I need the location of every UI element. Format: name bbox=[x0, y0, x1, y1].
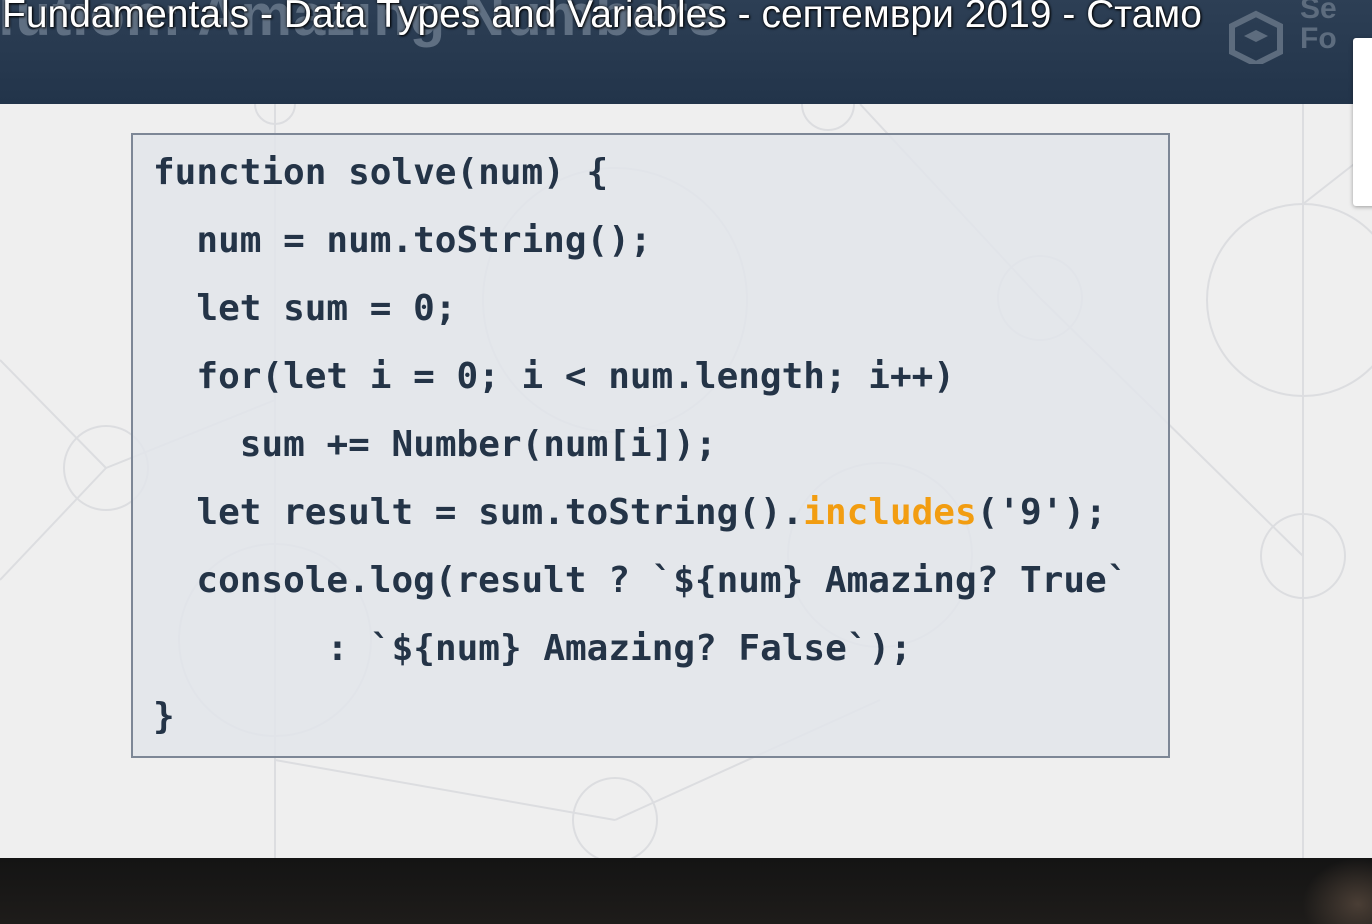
video-title[interactable]: Fundamentals - Data Types and Variables … bbox=[2, 0, 1202, 37]
code-line: : `${num} Amazing? False`); bbox=[327, 627, 912, 671]
code-line: for(let i = 0; i < num.length; i++) bbox=[196, 355, 955, 399]
video-frame[interactable]: olution: Amazing Numbers Se Fo function … bbox=[0, 0, 1372, 924]
softuni-logo-icon bbox=[1229, 10, 1283, 64]
code-text: for(let i = 0; i < num.length; i++) bbox=[196, 356, 955, 397]
code-line: num = num.toString(); bbox=[196, 219, 651, 263]
code-line: } bbox=[153, 695, 175, 739]
code-text: ('9'); bbox=[976, 492, 1107, 533]
code-highlight: includes bbox=[803, 492, 977, 533]
logo-text: Se Fo bbox=[1300, 0, 1337, 55]
code-line: let sum = 0; bbox=[196, 287, 456, 331]
camera-feed-strip bbox=[0, 858, 1372, 924]
code-text: : `${num} Amazing? False`); bbox=[326, 628, 912, 669]
code-line: sum += Number(num[i]); bbox=[240, 423, 717, 467]
code-text: num = num.toString(); bbox=[196, 220, 652, 261]
code-text: let result = sum.toString(). bbox=[196, 492, 804, 533]
code-text: } bbox=[153, 696, 175, 737]
code-text: sum += Number(num[i]); bbox=[239, 424, 717, 465]
code-line: console.log(result ? `${num} Amazing? Tr… bbox=[196, 559, 1128, 603]
code-text: function solve(num) { bbox=[153, 152, 609, 193]
presentation-slide: olution: Amazing Numbers Se Fo function … bbox=[0, 0, 1372, 858]
code-line: let result = sum.toString().includes('9'… bbox=[196, 491, 1106, 535]
code-line: function solve(num) { bbox=[153, 151, 608, 195]
code-text: console.log(result ? `${num} Amazing? Tr… bbox=[196, 560, 1129, 601]
presenter-edge bbox=[1302, 858, 1372, 924]
side-panel-edge[interactable] bbox=[1353, 38, 1372, 206]
code-block: function solve(num) { num = num.toString(… bbox=[131, 133, 1170, 758]
code-text: let sum = 0; bbox=[196, 288, 457, 329]
